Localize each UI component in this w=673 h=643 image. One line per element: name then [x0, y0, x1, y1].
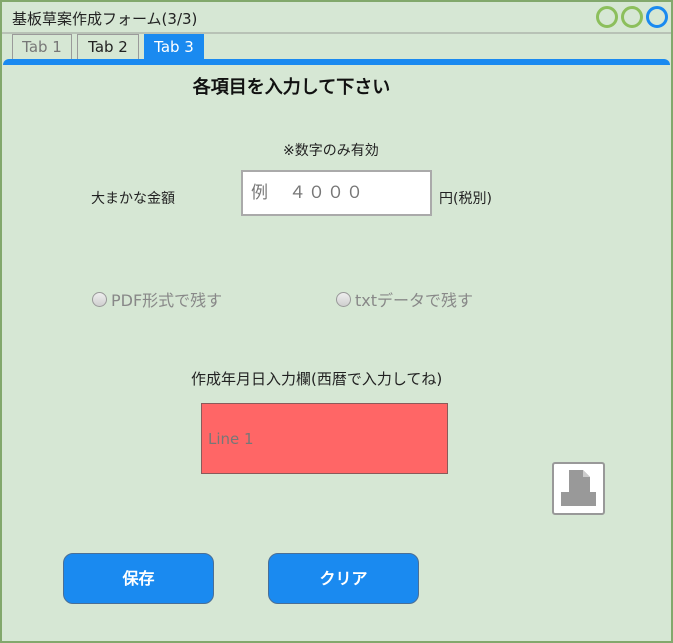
window-title: 基板草案作成フォーム(3/3) — [12, 10, 198, 28]
radio-pdf-label: PDF形式で残す — [111, 291, 223, 310]
amount-input[interactable] — [241, 170, 432, 216]
clear-button[interactable]: クリア — [268, 553, 419, 604]
radio-txt[interactable]: txtデータで残す — [336, 287, 473, 311]
save-button[interactable]: 保存 — [63, 553, 214, 604]
radio-pdf-circle[interactable] — [92, 291, 107, 307]
amount-unit: 円(税別) — [439, 191, 492, 207]
document-save-icon — [561, 470, 596, 506]
date-input[interactable]: Line 1 — [201, 403, 448, 474]
minimize-button[interactable] — [596, 6, 618, 28]
file-button[interactable] — [552, 462, 605, 515]
form-heading: 各項目を入力して下さい — [192, 77, 391, 98]
title-bar: 基板草案作成フォーム(3/3) — [2, 2, 671, 32]
maximize-button[interactable] — [621, 6, 643, 28]
app-window: 基板草案作成フォーム(3/3) Tab 1 Tab 2 Tab 3 各項目を入力… — [0, 0, 673, 643]
radio-pdf[interactable]: PDF形式で残す — [92, 287, 222, 311]
date-label: 作成年月日入力欄(西暦で入力してね) — [191, 370, 443, 388]
tab-3[interactable]: Tab 3 — [144, 34, 204, 59]
tab-2[interactable]: Tab 2 — [77, 34, 139, 59]
radio-txt-label: txtデータで残す — [355, 291, 474, 310]
tab-content-panel: 各項目を入力して下さい ※数字のみ有効 大まかな金額 円(税別) PDF形式で残… — [3, 59, 670, 641]
close-button[interactable] — [646, 6, 668, 28]
amount-label: 大まかな金額 — [91, 191, 175, 207]
numbers-only-note: ※数字のみ有効 — [283, 143, 379, 159]
radio-txt-circle[interactable] — [336, 291, 351, 307]
tab-1[interactable]: Tab 1 — [12, 34, 72, 59]
